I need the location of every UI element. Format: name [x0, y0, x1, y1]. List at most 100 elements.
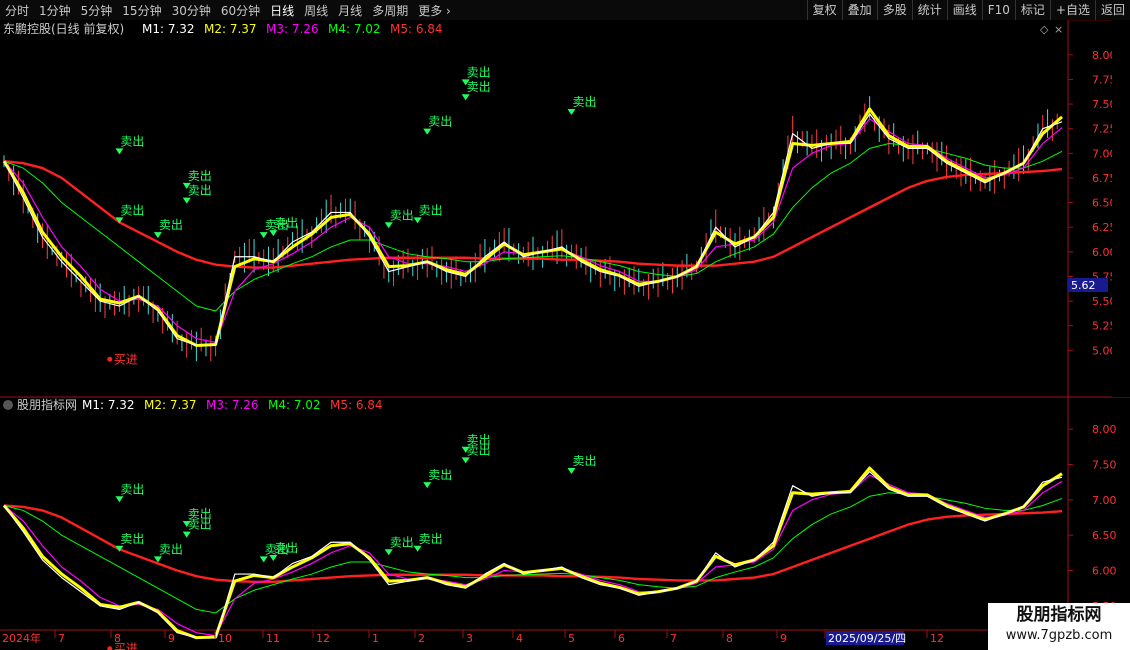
sell-label: 卖出 — [419, 532, 443, 546]
date-label-2: 8 — [114, 632, 121, 645]
sell-arrow-icon — [423, 482, 432, 489]
sell-label: 卖出 — [120, 134, 144, 148]
panel1-title[interactable]: 东鹏控股(日线 前复权) — [3, 21, 124, 36]
sell-arrow-icon — [115, 496, 124, 503]
sell-label: 卖出 — [428, 468, 452, 482]
toolbar-button-0[interactable]: 复权 — [806, 0, 842, 20]
period-tab-3[interactable]: 15分钟 — [117, 2, 166, 19]
sell-label: 卖出 — [572, 454, 596, 468]
date-label-9: 3 — [466, 632, 473, 645]
legend-item-1: M2: 7.37 — [144, 398, 197, 412]
main-panel — [0, 20, 1068, 397]
toolbar-button-7[interactable]: +自选 — [1049, 0, 1095, 20]
sell-label: 卖出 — [120, 532, 144, 546]
date-label-14: 8 — [726, 632, 733, 645]
period-tab-1[interactable]: 1分钟 — [34, 2, 76, 19]
legend-item-2: M3: 7.26 — [266, 22, 319, 36]
sell-label: 卖出 — [390, 208, 414, 222]
sell-label: 卖出 — [467, 80, 491, 94]
date-label-13: 7 — [670, 632, 677, 645]
sell-label: 卖出 — [120, 482, 144, 496]
date-label-6: 12 — [316, 632, 330, 645]
period-tab-2[interactable]: 5分钟 — [76, 2, 118, 19]
sell-arrow-icon — [567, 468, 576, 475]
legend-item-3: M4: 7.02 — [268, 398, 321, 412]
panel2-legend: 股朋指标网 M1: 7.32 M2: 7.37 M3: 7.26 M4: 7.02 M5… — [3, 397, 383, 412]
toolbar-right-buttons: 复权 叠加 多股 统计 画线 F10 标记 +自选 返回 — [806, 0, 1130, 20]
sell-label: 卖出 — [188, 169, 212, 183]
date-label-4: 10 — [218, 632, 232, 645]
date-label-5: 11 — [266, 632, 280, 645]
sell-arrow-icon — [259, 556, 268, 563]
date-label-10: 4 — [516, 632, 523, 645]
y-tick-label-1: 7.50 — [1092, 458, 1117, 471]
legend-item-0: M1: 7.32 — [82, 398, 135, 412]
date-label-16: 2025/09/25/四 — [828, 632, 906, 645]
legend-item-4: M5: 6.84 — [390, 22, 443, 36]
sell-arrow-icon — [413, 545, 422, 552]
sell-arrow-icon — [182, 531, 191, 538]
period-tabs: 分时 1分钟 5分钟 15分钟 30分钟 60分钟 日线 周线 月线 多周期 更多 › — [0, 2, 456, 19]
date-label-15: 9 — [780, 632, 787, 645]
sell-label: 卖出 — [467, 433, 491, 447]
sell-label: 卖出 — [120, 203, 144, 217]
toolbar: 分时 1分钟 5分钟 15分钟 30分钟 60分钟 日线 周线 月线 多周期 更多 › 复权 叠加 多股… — [0, 0, 1130, 21]
period-tab-8[interactable]: 月线 — [333, 2, 367, 19]
y-tick-label-3: 6.50 — [1092, 529, 1117, 542]
sell-label: 卖出 — [159, 542, 183, 556]
diamond-icon[interactable]: ◇ — [1040, 23, 1049, 36]
date-label-8: 2 — [418, 632, 425, 645]
y-tick-label-4: 6.00 — [1092, 565, 1117, 578]
toolbar-button-6[interactable]: 标记 — [1014, 0, 1050, 20]
panel2-title[interactable]: 股朋指标网 — [17, 397, 77, 412]
sell-arrow-icon — [269, 554, 278, 561]
sell-label: 卖出 — [188, 507, 212, 521]
date-label-1: 7 — [58, 632, 65, 645]
close-icon[interactable]: × — [1054, 23, 1063, 36]
legend-item-1: M2: 7.37 — [204, 22, 257, 36]
date-label-0: 2024年 — [2, 631, 41, 645]
toolbar-button-3[interactable]: 统计 — [911, 0, 947, 20]
period-tab-9[interactable]: 多周期 — [367, 2, 413, 19]
buy-marker — [107, 356, 113, 362]
period-tab-0[interactable]: 分时 — [0, 2, 34, 19]
toolbar-button-4[interactable]: 画线 — [946, 0, 982, 20]
side-info-strip — [1112, 20, 1130, 397]
indicator-axis: 8.007.507.006.506.005.50 — [1068, 423, 1117, 613]
period-tab-4[interactable]: 30分钟 — [167, 2, 216, 19]
sell-label: 卖出 — [467, 65, 491, 79]
sell-arrow-icon — [461, 457, 470, 464]
sell-label: 卖出 — [188, 184, 212, 198]
sell-label: 卖出 — [419, 203, 443, 217]
date-axis: 2024年 7 8 9 10 11 12 1 2 3 4 5 6 7 8 9 2025/09/25/四 12 — [2, 630, 944, 645]
watermark-url: www.7gpzb.com — [1005, 628, 1113, 643]
date-label-7: 1 — [372, 632, 379, 645]
toolbar-button-5[interactable]: F10 — [981, 0, 1015, 20]
indicator-plot: 买进卖出卖出卖出卖出卖出卖出卖出 卖出 卖出卖出卖出卖出卖出 — [2, 433, 1063, 650]
period-tab-7[interactable]: 周线 — [299, 2, 333, 19]
date-label-17: 12 — [930, 632, 944, 645]
period-tab-6[interactable]: 日线 — [265, 2, 299, 19]
toolbar-button-2[interactable]: 多股 — [876, 0, 912, 20]
toolbar-button-1[interactable]: 叠加 — [841, 0, 877, 20]
legend-item-3: M4: 7.02 — [328, 22, 381, 36]
sell-label: 卖出 — [572, 95, 596, 109]
period-tab-10[interactable]: 更多 › — [413, 2, 456, 19]
legend-item-2: M3: 7.26 — [206, 398, 259, 412]
sell-label: 卖出 — [428, 115, 452, 129]
chart-area: 东鹏控股(日线 前复权) M1: 7.32 M2: 7.37 M3: 7.26 M4:… — [0, 20, 1130, 650]
sell-label: 卖出 — [274, 216, 298, 230]
period-tab-5[interactable]: 60分钟 — [216, 2, 265, 19]
sell-label: 卖出 — [274, 541, 298, 555]
legend-item-0: M1: 7.32 — [142, 22, 195, 36]
watermark-title: 股朋指标网 — [1016, 605, 1102, 625]
price-axis: 8.007.757.507.257.006.756.506.256.005.75… — [1068, 49, 1117, 357]
date-label-11: 5 — [568, 632, 575, 645]
toolbar-button-8[interactable]: 返回 — [1094, 0, 1130, 20]
sell-label: 卖出 — [390, 535, 414, 549]
y-tick-label-2: 7.00 — [1092, 494, 1117, 507]
sell-label: 卖出 — [159, 218, 183, 232]
indicator-toggle-icon[interactable] — [3, 400, 13, 410]
legend-item-4: M5: 6.84 — [330, 398, 383, 412]
buy-marker — [107, 646, 113, 650]
